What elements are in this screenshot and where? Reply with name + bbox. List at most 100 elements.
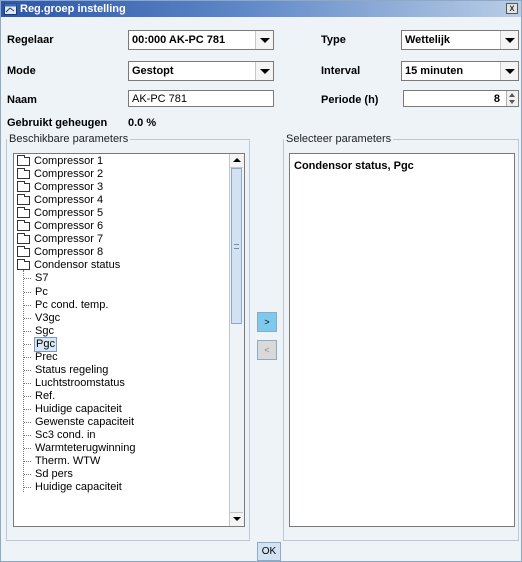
- tree-branch-line: [24, 487, 31, 489]
- tree-leaf-item[interactable]: Sgc: [14, 325, 229, 338]
- tree-branch-line: [24, 291, 31, 293]
- tree-branch-line: [24, 435, 31, 437]
- vertical-scrollbar[interactable]: [229, 154, 244, 526]
- folder-icon: [17, 168, 30, 180]
- folder-icon: [17, 233, 30, 245]
- ok-button[interactable]: OK: [257, 542, 281, 561]
- chevron-down-icon[interactable]: [255, 62, 273, 80]
- title-bar[interactable]: Reg.groep instelling x: [1, 1, 521, 17]
- tree-leaf-label: Therm. WTW: [35, 455, 101, 468]
- tree-leaf-item[interactable]: V3gc: [14, 312, 229, 325]
- tree-leaf-item[interactable]: S7: [14, 272, 229, 285]
- naam-label: Naam: [7, 94, 37, 106]
- tree-leaf-item[interactable]: Pc: [14, 286, 229, 299]
- close-button[interactable]: x: [506, 3, 518, 14]
- interval-dropdown[interactable]: 15 minuten: [401, 61, 519, 81]
- interval-value: 15 minuten: [405, 65, 464, 77]
- naam-input[interactable]: AK-PC 781: [128, 90, 274, 107]
- tree-leaf-label-selected: Pgc: [34, 336, 57, 352]
- tree-branch-line: [24, 304, 31, 306]
- tree-leaf-item[interactable]: Luchtstroomstatus: [14, 377, 229, 390]
- folder-icon: [17, 181, 30, 193]
- tree-folder-label: Condensor status: [34, 259, 121, 272]
- tree-folder-label: Compressor 5: [34, 207, 104, 220]
- tree-leaf-label: Sgc: [35, 324, 54, 337]
- periode-spinner[interactable]: 8: [403, 90, 519, 107]
- tree-leaf-label: Pc: [35, 285, 48, 298]
- available-parameters-tree[interactable]: Compressor 1 Compressor 2 Compressor 3 Comp…: [13, 153, 245, 527]
- folder-icon: [17, 194, 30, 206]
- available-parameters-legend: Beschikbare parameters: [9, 133, 129, 145]
- add-parameter-button[interactable]: >: [257, 312, 277, 332]
- tree-leaf-item[interactable]: Huidige capaciteit: [14, 403, 229, 416]
- regelaar-label: Regelaar: [7, 34, 54, 46]
- tree-leaf-item[interactable]: Status regeling: [14, 364, 229, 377]
- scroll-thumb[interactable]: [231, 168, 242, 324]
- tree-branch-line: [24, 343, 31, 345]
- tree-leaf-label: S7: [35, 272, 49, 285]
- mode-dropdown[interactable]: Gestopt: [128, 61, 274, 81]
- tree-leaf-label: Huidige capaciteit: [35, 402, 122, 415]
- remove-parameter-button[interactable]: <: [257, 340, 277, 360]
- folder-icon: [17, 220, 30, 232]
- increment-icon[interactable]: [509, 93, 515, 97]
- tree-leaf-item[interactable]: Gewenste capaciteit: [14, 416, 229, 429]
- chevron-down-icon[interactable]: [255, 31, 273, 49]
- app-window-icon: [4, 3, 17, 15]
- mode-value: Gestopt: [132, 65, 174, 77]
- scroll-up-button[interactable]: [230, 154, 243, 168]
- scroll-down-button[interactable]: [230, 512, 243, 526]
- tree-leaf-label: Prec: [35, 350, 58, 363]
- tree-branch-line: [24, 317, 31, 319]
- type-dropdown[interactable]: Wettelijk: [401, 30, 519, 50]
- folder-icon: [17, 246, 30, 258]
- tree-leaf-label: V3gc: [35, 311, 61, 324]
- tree-branch-line: [24, 369, 31, 371]
- tree-branch-line: [24, 278, 31, 280]
- selected-parameter-item[interactable]: Condensor status, Pgc: [294, 160, 414, 172]
- chevron-down-icon[interactable]: [500, 62, 518, 80]
- tree-leaf-item[interactable]: Warmteterugwinning: [14, 442, 229, 455]
- spinner-arrows[interactable]: [506, 91, 518, 106]
- tree-folder-label: Compressor 8: [34, 246, 104, 259]
- type-value: Wettelijk: [405, 34, 451, 46]
- interval-label: Interval: [321, 65, 361, 77]
- tree-leaf-item[interactable]: Sd pers: [14, 468, 229, 481]
- folder-icon: [17, 259, 30, 271]
- folder-icon: [17, 207, 30, 219]
- tree-folder-label: Compressor 6: [34, 220, 104, 233]
- tree-branch-line: [24, 330, 31, 332]
- tree-branch-line: [24, 382, 31, 384]
- tree-branch-line: [24, 461, 31, 463]
- chevron-down-icon[interactable]: [500, 31, 518, 49]
- tree-leaf-item[interactable]: Prec: [14, 351, 229, 364]
- tree-leaf-item[interactable]: Therm. WTW: [14, 455, 229, 468]
- tree-branch-line: [24, 395, 31, 397]
- tree-leaf-item[interactable]: Sc3 cond. in: [14, 429, 229, 442]
- window-title: Reg.groep instelling: [20, 3, 126, 15]
- dialog-window: Reg.groep instelling x Regelaar 00:000 A…: [0, 0, 522, 562]
- tree-leaf-label: Sc3 cond. in: [35, 429, 96, 442]
- tree-leaf-item[interactable]: Pc cond. temp.: [14, 299, 229, 312]
- tree-folder-label: Compressor 3: [34, 181, 104, 194]
- tree-folder-label: Compressor 1: [34, 155, 104, 167]
- close-icon: x: [509, 3, 515, 14]
- tree-leaf-item[interactable]: Huidige capaciteit: [14, 481, 229, 494]
- tree-branch-line: [24, 408, 31, 410]
- tree-leaf-item[interactable]: Ref.: [14, 390, 229, 403]
- tree-leaf-label: Warmteterugwinning: [35, 442, 136, 455]
- tree-folder-label: Compressor 4: [34, 194, 104, 207]
- tree-folder-label: Compressor 7: [34, 233, 104, 246]
- tree-leaf-item[interactable]: Pgc: [14, 336, 229, 352]
- periode-label: Periode (h): [321, 94, 379, 106]
- memory-value: 0.0 %: [128, 117, 157, 129]
- periode-value: 8: [493, 93, 500, 105]
- decrement-icon[interactable]: [509, 100, 515, 104]
- selected-parameters-list[interactable]: Condensor status, Pgc: [289, 153, 515, 527]
- tree-leaf-label: Gewenste capaciteit: [35, 416, 135, 428]
- regelaar-dropdown[interactable]: 00:000 AK-PC 781: [128, 30, 274, 50]
- tree-leaf-label: Pc cond. temp.: [35, 298, 109, 311]
- tree-leaf-label: Huidige capaciteit: [35, 481, 122, 494]
- tree-leaf-label: Luchtstroomstatus: [35, 376, 125, 389]
- folder-icon: [17, 155, 30, 166]
